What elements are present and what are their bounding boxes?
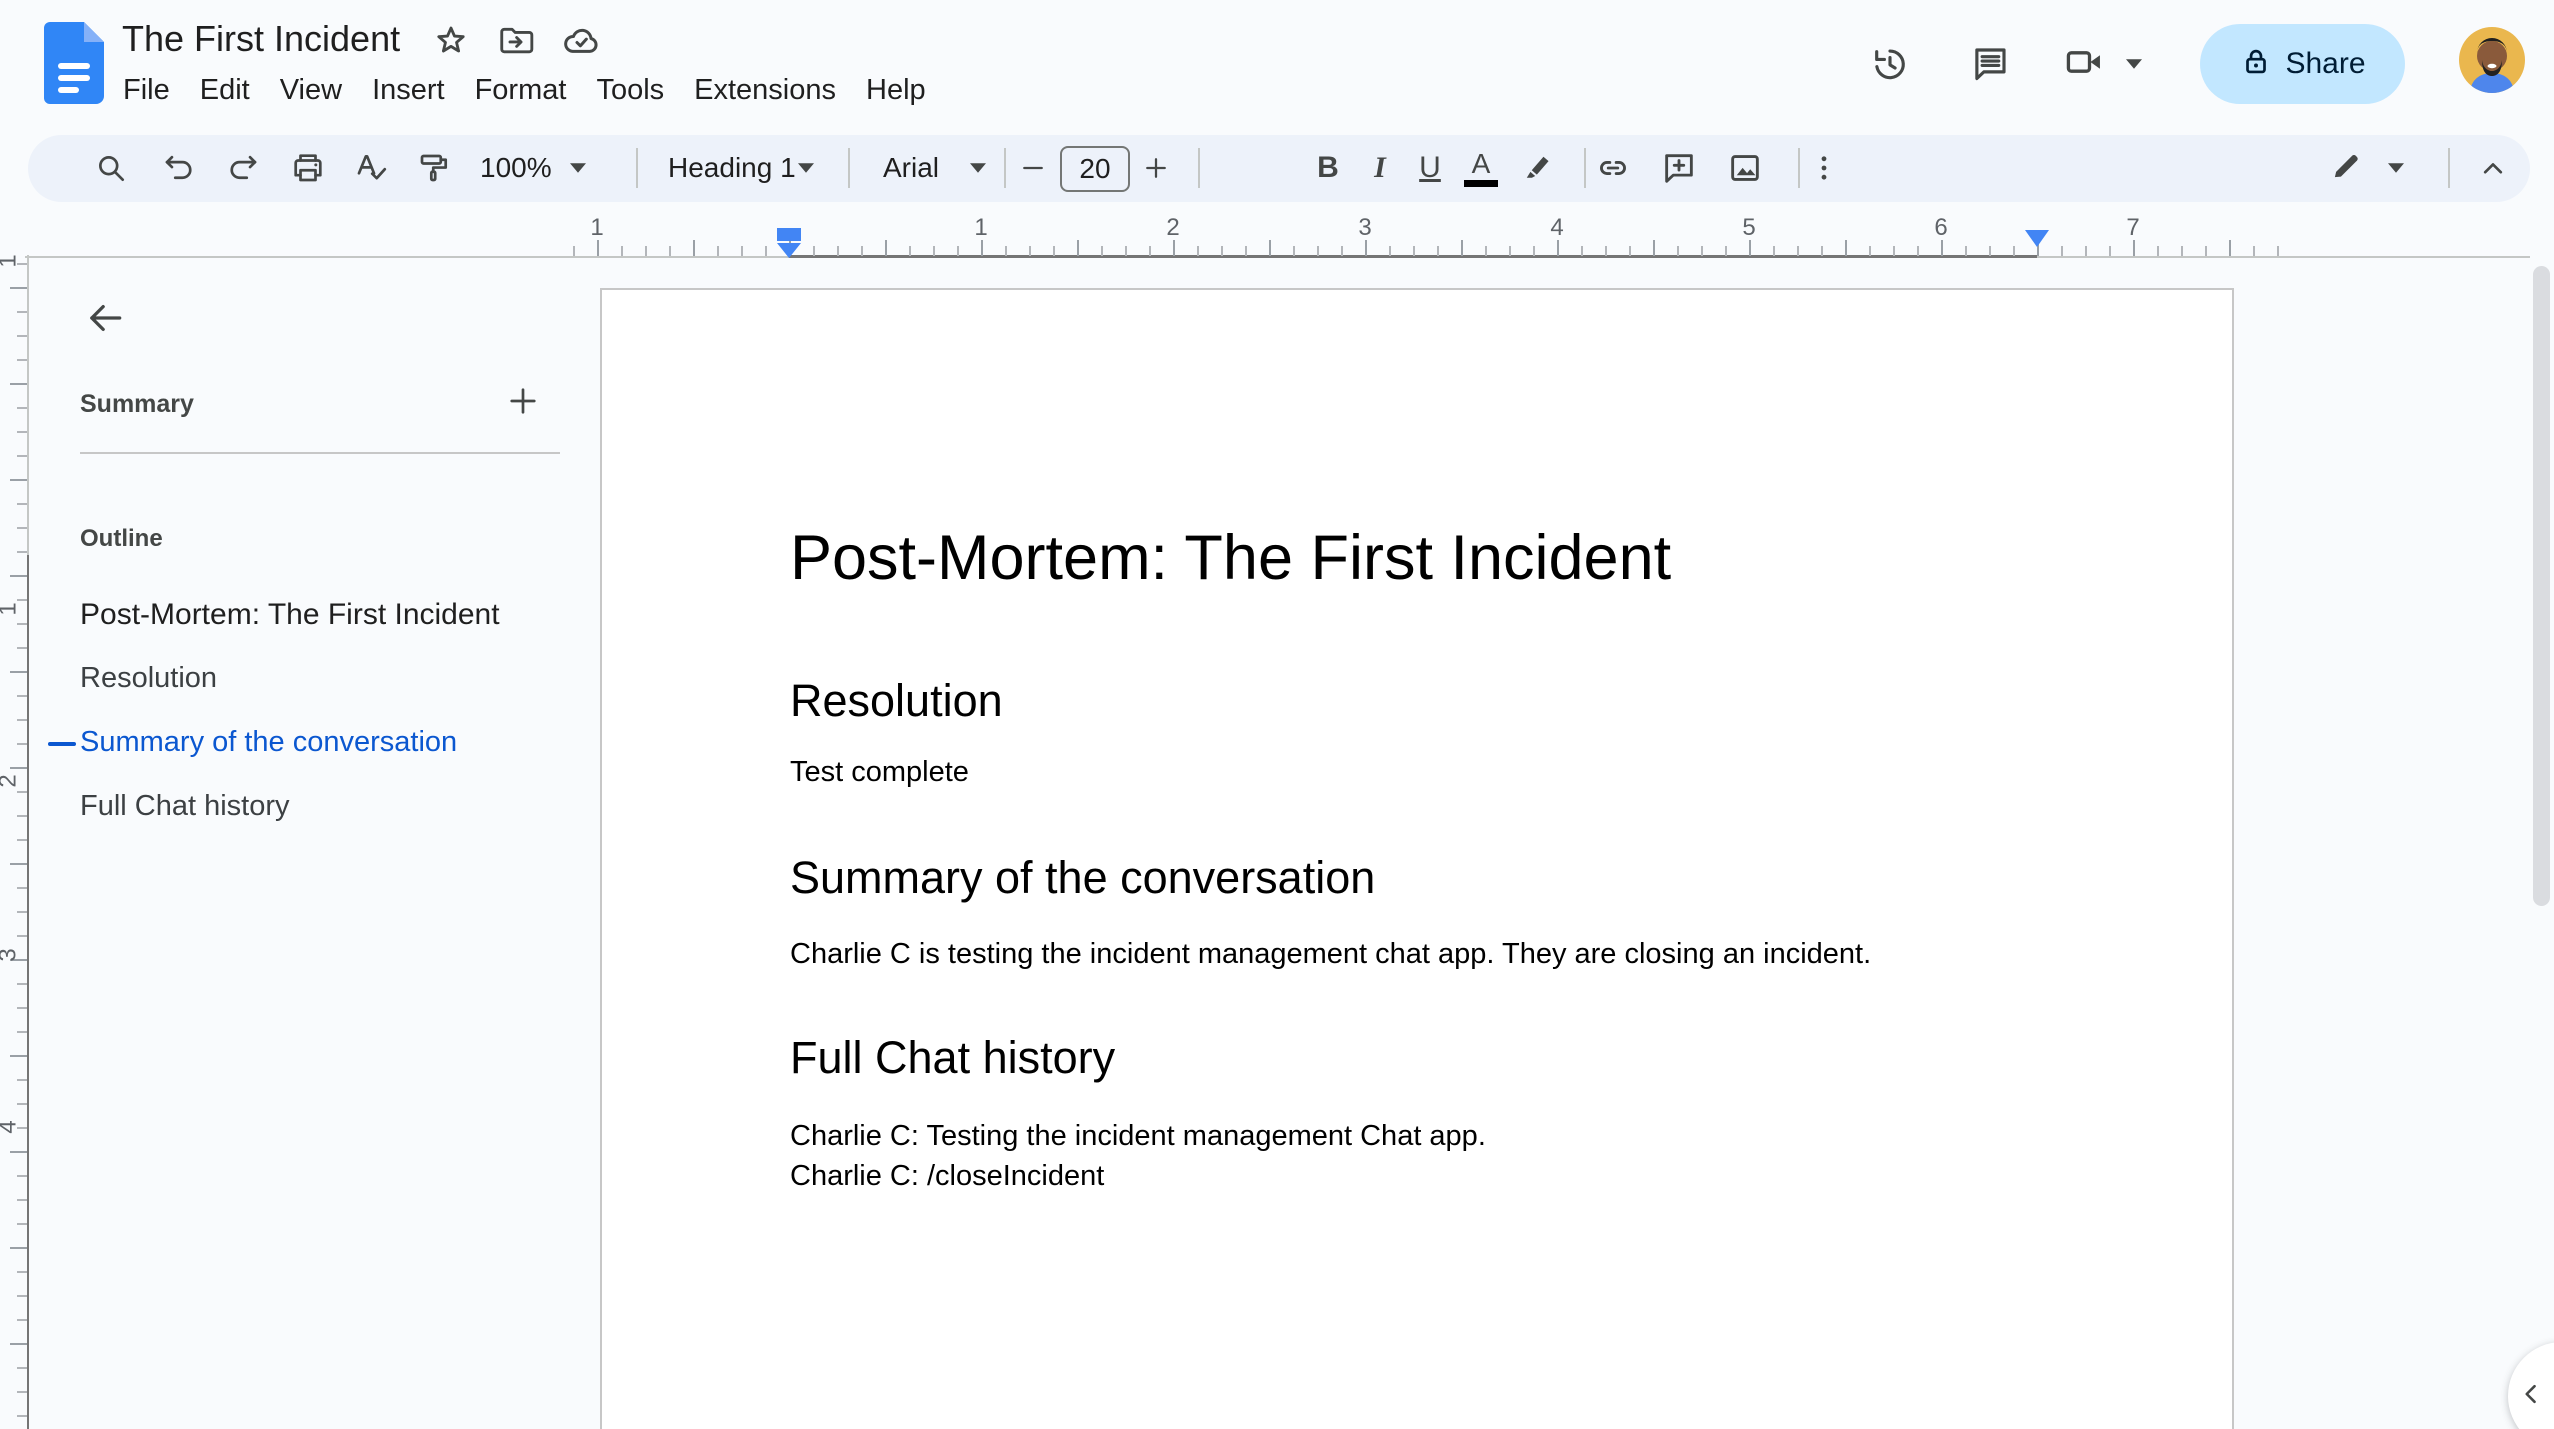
pencil-edit-icon (2328, 148, 2364, 189)
menu-format[interactable]: Format (460, 70, 582, 111)
italic-button[interactable]: I (1358, 145, 1402, 191)
toolbar: 100% Heading 1 Arial 20 B I U A (28, 135, 2530, 202)
font-select[interactable]: Arial (883, 145, 988, 191)
zoom-select[interactable]: 100% (480, 145, 588, 191)
menu-view[interactable]: View (265, 70, 357, 111)
share-label: Share (2285, 47, 2366, 80)
undo-icon[interactable] (156, 145, 202, 191)
increase-font-size-button[interactable] (1136, 145, 1176, 191)
star-icon[interactable] (428, 18, 474, 64)
outline-item-summary[interactable]: Summary of the conversation (80, 726, 550, 759)
right-indent-marker[interactable] (2025, 230, 2049, 247)
underline-button[interactable]: U (1408, 145, 1452, 191)
menu-tools[interactable]: Tools (581, 70, 679, 111)
doc-paragraph-resolution[interactable]: Test complete (790, 752, 969, 792)
menu-extensions[interactable]: Extensions (679, 70, 851, 111)
cloud-saved-icon[interactable] (558, 18, 604, 64)
menu-bar: File Edit View Insert Format Tools Exten… (108, 66, 941, 114)
spellcheck-icon[interactable] (348, 145, 394, 191)
font-size-value: 20 (1079, 153, 1111, 184)
hide-menus-icon[interactable] (2470, 145, 2516, 191)
header: The First Incident File Edit View Insert… (0, 0, 2554, 135)
print-icon[interactable] (285, 145, 331, 191)
chevron-left-icon (2514, 1377, 2548, 1416)
decrease-font-size-button[interactable] (1013, 145, 1053, 191)
mode-caret-icon (2388, 163, 2404, 173)
google-docs-window: The First Incident File Edit View Insert… (0, 0, 2554, 1429)
doc-heading-1[interactable]: Post-Mortem: The First Incident (790, 522, 1671, 594)
insert-image-icon[interactable] (1722, 145, 1768, 191)
menu-edit[interactable]: Edit (185, 70, 265, 111)
move-to-folder-icon[interactable] (493, 18, 539, 64)
outline-header: Outline (80, 525, 163, 552)
search-icon[interactable] (88, 145, 134, 191)
zoom-value: 100% (480, 152, 552, 183)
docs-logo-icon[interactable] (44, 22, 104, 109)
videocam-icon[interactable] (2062, 40, 2106, 89)
comments-icon[interactable] (1962, 36, 2018, 92)
text-color-swatch (1464, 179, 1498, 187)
doc-heading-resolution[interactable]: Resolution (790, 675, 1003, 727)
menu-file[interactable]: File (108, 70, 185, 111)
left-indent-marker[interactable] (777, 243, 801, 258)
summary-header: Summary (80, 390, 194, 418)
outline-item-full-chat[interactable]: Full Chat history (80, 790, 550, 823)
doc-paragraph-chat-2[interactable]: Charlie C: /closeIncident (790, 1156, 1104, 1196)
add-summary-icon[interactable] (497, 375, 549, 427)
sidebar-divider (80, 452, 560, 454)
vertical-scrollbar-thumb[interactable] (2533, 266, 2550, 906)
insert-link-icon[interactable] (1590, 145, 1636, 191)
doc-paragraph-chat-1[interactable]: Charlie C: Testing the incident manageme… (790, 1116, 1486, 1156)
doc-heading-chat[interactable]: Full Chat history (790, 1032, 1115, 1084)
share-button[interactable]: Share (2200, 24, 2405, 104)
outline-item-post-mortem[interactable]: Post-Mortem: The First Incident (80, 598, 550, 632)
meet-call-control[interactable] (2062, 36, 2144, 92)
bold-button[interactable]: B (1306, 145, 1350, 191)
paragraph-style-select[interactable]: Heading 1 (668, 145, 816, 191)
font-caret-icon (970, 163, 986, 173)
horizontal-ruler: 1 1 2 3 4 5 6 7 (0, 210, 2554, 270)
menu-help[interactable]: Help (851, 70, 941, 111)
doc-heading-summary[interactable]: Summary of the conversation (790, 852, 1375, 904)
close-outline-back-icon[interactable] (77, 290, 133, 346)
doc-paragraph-summary[interactable]: Charlie C is testing the incident manage… (790, 934, 1871, 974)
menu-insert[interactable]: Insert (357, 70, 460, 111)
redo-icon[interactable] (220, 145, 266, 191)
paint-format-icon[interactable] (411, 145, 457, 191)
document-canvas: Post-Mortem: The First Incident Resoluti… (569, 270, 2554, 1429)
style-value: Heading 1 (668, 152, 796, 183)
editing-mode-select[interactable] (2328, 145, 2406, 191)
font-value: Arial (883, 152, 940, 183)
zoom-caret-icon (569, 163, 586, 173)
outline-sidebar: Summary Outline Post-Mortem: The First I… (29, 270, 569, 1429)
outline-item-resolution[interactable]: Resolution (80, 662, 550, 695)
doc-title[interactable]: The First Incident (122, 18, 400, 60)
active-outline-dash (48, 742, 76, 746)
first-line-indent-marker[interactable] (777, 228, 801, 241)
add-comment-icon[interactable] (1656, 145, 1702, 191)
text-color-button[interactable]: A (1458, 145, 1504, 191)
style-caret-icon (798, 163, 814, 173)
version-history-icon[interactable] (1862, 36, 1918, 92)
font-size-input[interactable]: 20 (1060, 146, 1130, 192)
more-options-icon[interactable] (1804, 145, 1844, 191)
lock-icon (2239, 45, 2273, 84)
avatar[interactable] (2458, 26, 2526, 99)
document-page[interactable]: Post-Mortem: The First Incident Resoluti… (600, 288, 2234, 1429)
meet-dropdown-caret-icon[interactable] (2126, 59, 2142, 69)
highlight-color-icon[interactable] (1514, 145, 1560, 191)
